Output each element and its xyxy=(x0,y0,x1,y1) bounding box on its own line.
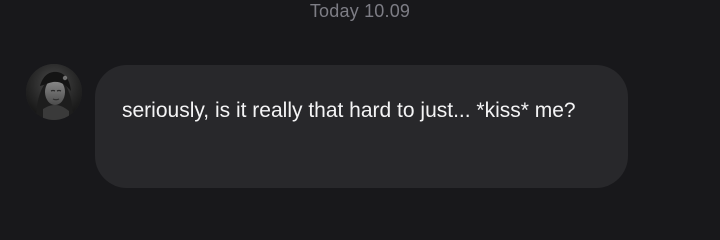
profile-photo-icon xyxy=(26,64,82,120)
message-timestamp: Today 10.09 xyxy=(309,1,411,21)
avatar[interactable] xyxy=(26,64,82,120)
message-text: seriously, is it really that hard to jus… xyxy=(122,99,576,122)
message-bubble[interactable]: seriously, is it really that hard to jus… xyxy=(95,65,628,188)
chat-view: Today 10.09 seriously, is it really that… xyxy=(0,0,720,240)
message-row: seriously, is it really that hard to jus… xyxy=(26,64,646,188)
